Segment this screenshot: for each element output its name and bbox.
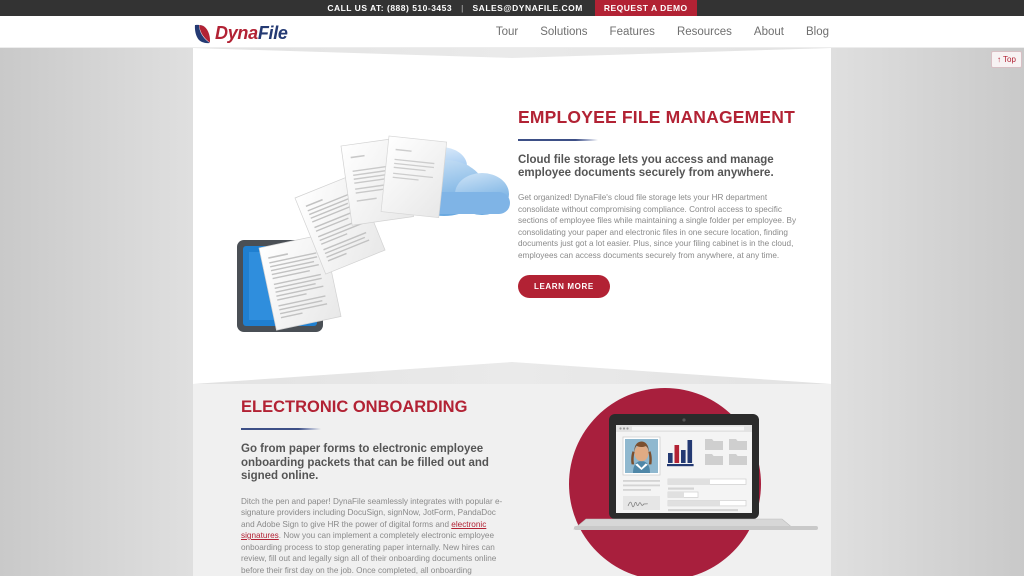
top-utility-bar: CALL US AT: (888) 510-3453 | SALES@DYNAF… xyxy=(0,0,1024,16)
email-link[interactable]: SALES@DYNAFILE.COM xyxy=(473,3,583,13)
onboarding-copy-block: ELECTRONIC ONBOARDING Go from paper form… xyxy=(241,397,507,576)
document-stack xyxy=(259,136,447,330)
site-header: DynaFile Tour Solutions Features Resourc… xyxy=(0,16,1024,48)
logo-text-file: File xyxy=(257,22,288,43)
logo-text-dyna: Dyna xyxy=(215,22,258,43)
employee-avatar xyxy=(625,439,658,473)
cloud-documents-illustration xyxy=(229,128,519,338)
arrow-up-icon: ↑ xyxy=(997,54,1002,64)
section1-subhead: Cloud file storage lets you access and m… xyxy=(518,154,774,179)
web-page: CALL US AT: (888) 510-3453 | SALES@DYNAF… xyxy=(0,0,1024,576)
section1-rule xyxy=(518,139,598,141)
dynafile-logo-icon xyxy=(194,24,210,43)
nav-item-tour[interactable]: Tour xyxy=(496,26,518,38)
section2-eyebrow: ELECTRONIC ONBOARDING xyxy=(241,398,468,416)
section2-subhead: Go from paper forms to electronic employ… xyxy=(241,443,489,482)
nav-item-about[interactable]: About xyxy=(754,26,784,38)
hero-copy-block: EMPLOYEE FILE MANAGEMENT Cloud file stor… xyxy=(518,106,808,298)
section-employee-file-management: EMPLOYEE FILE MANAGEMENT Cloud file stor… xyxy=(193,48,831,384)
top-utility-bar-inner: CALL US AT: (888) 510-3453 | SALES@DYNAF… xyxy=(327,0,697,16)
section1-body: Get organized! DynaFile's cloud file sto… xyxy=(518,193,797,260)
signature-box xyxy=(623,496,660,510)
topbar-separator: | xyxy=(461,3,464,13)
nav-item-blog[interactable]: Blog xyxy=(806,26,829,38)
request-a-demo-button[interactable]: REQUEST A DEMO xyxy=(594,0,697,16)
section2-body-part2: . Now you can implement a completely ele… xyxy=(241,531,497,575)
logo[interactable]: DynaFile xyxy=(193,21,288,45)
laptop-icon xyxy=(573,414,818,530)
learn-more-button[interactable]: LEARN MORE xyxy=(518,275,610,298)
nav-item-resources[interactable]: Resources xyxy=(677,26,732,38)
laptop-onboarding-illustration xyxy=(569,388,818,576)
scroll-to-top-button[interactable]: ↑ Top xyxy=(991,51,1022,68)
scroll-to-top-label: Top xyxy=(1003,54,1016,64)
section2-rule xyxy=(241,428,321,430)
main-navigation: Tour Solutions Features Resources About … xyxy=(496,16,829,48)
section1-eyebrow: EMPLOYEE FILE MANAGEMENT xyxy=(518,107,796,127)
phone-text[interactable]: CALL US AT: (888) 510-3453 xyxy=(327,3,452,13)
nav-item-features[interactable]: Features xyxy=(610,26,655,38)
nav-item-solutions[interactable]: Solutions xyxy=(540,26,587,38)
logo-text: DynaFile xyxy=(215,23,288,44)
section2-body: Ditch the pen and paper! DynaFile seamle… xyxy=(241,496,507,576)
